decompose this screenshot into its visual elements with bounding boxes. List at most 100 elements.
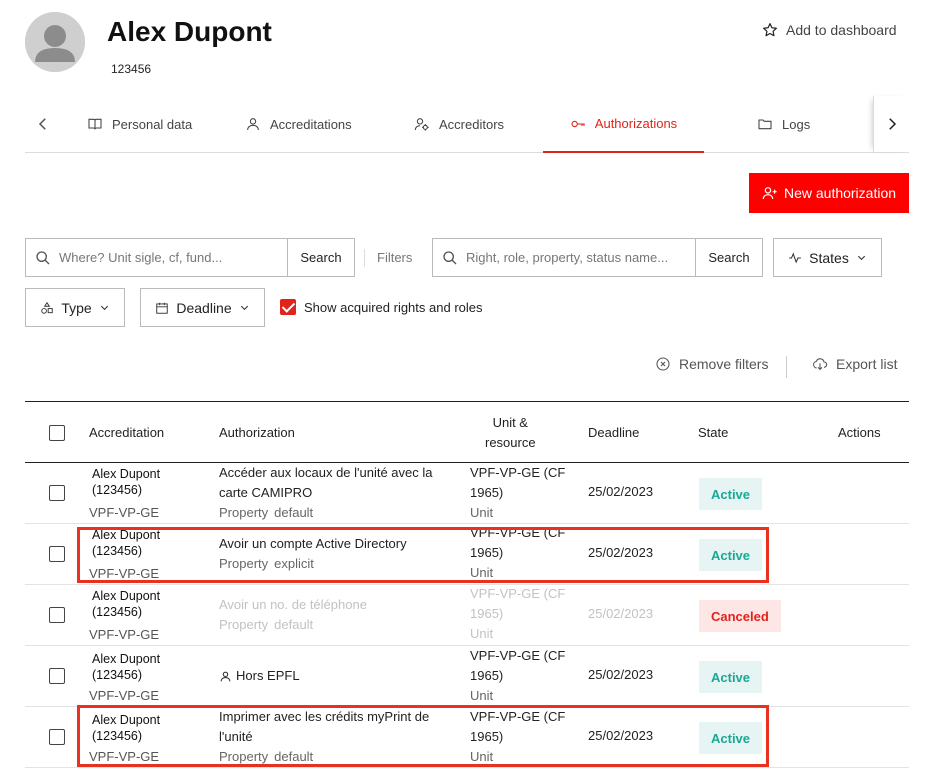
show-acquired-toggle[interactable]: Show acquired rights and roles xyxy=(280,299,483,315)
accreditation-unit: VPF-VP-GE xyxy=(89,688,160,703)
right-search-input[interactable]: Right, role, property, status name... xyxy=(433,239,695,276)
accreditation-person: Alex Dupont (123456) xyxy=(92,588,202,620)
tab-label: Authorizations xyxy=(594,116,678,131)
tabs-scroll-right-button[interactable] xyxy=(873,96,909,152)
authorization-kind: Property xyxy=(219,749,269,764)
accreditation-id: (123456) xyxy=(92,605,143,619)
column-accreditation[interactable]: Accreditation xyxy=(89,402,164,463)
unit-search-group: Where? Unit sigle, cf, fund... Search xyxy=(25,238,355,277)
add-user-icon xyxy=(762,187,777,200)
row-checkbox[interactable] xyxy=(49,485,65,501)
type-dropdown[interactable]: Type xyxy=(25,288,125,327)
type-label: Type xyxy=(61,299,92,316)
column-unit-line2: resource xyxy=(485,434,536,450)
row-checkbox[interactable] xyxy=(49,546,65,562)
tab-label: Accreditors xyxy=(439,116,505,132)
authorization-name-cont: carte CAMIPRO xyxy=(219,485,313,500)
accreditation-name: Alex Dupont xyxy=(92,528,161,542)
right-search-button[interactable]: Search xyxy=(695,239,762,276)
column-actions: Actions xyxy=(838,425,881,440)
filters-label: Filters xyxy=(364,249,412,267)
column-unit-line1: Unit & xyxy=(492,414,528,430)
accreditation-person: Alex Dupont (123456) xyxy=(92,651,202,683)
accreditation-name: Alex Dupont xyxy=(92,467,161,481)
right-search-placeholder: Right, role, property, status name... xyxy=(466,250,669,265)
accreditation-unit: VPF-VP-GE xyxy=(89,566,160,581)
unit-resource-cell: VPF-VP-GE (CF 1965) Unit xyxy=(470,707,575,767)
accreditation-id: (123456) xyxy=(92,483,143,497)
unit-line2: 1965) xyxy=(470,729,504,744)
authorization-mode: explicit xyxy=(274,556,314,571)
accreditation-id: (123456) xyxy=(92,668,143,682)
deadline-label: Deadline xyxy=(176,299,232,316)
tab-accreditations[interactable]: Accreditations xyxy=(241,96,356,152)
tabs-scroll-left-button[interactable] xyxy=(25,96,61,152)
tab-accreditors[interactable]: Accreditors xyxy=(410,96,508,152)
star-icon xyxy=(763,23,777,37)
unit-type: Unit xyxy=(470,749,494,764)
unit-search-input[interactable]: Where? Unit sigle, cf, fund... xyxy=(26,239,287,276)
add-to-dashboard-button[interactable]: Add to dashboard xyxy=(762,22,897,38)
unit-line2: 1965) xyxy=(470,606,504,621)
chevron-down-icon xyxy=(240,305,248,311)
unit-line2: 1965) xyxy=(470,668,504,683)
row-checkbox[interactable] xyxy=(49,668,65,684)
unit-line2: 1965) xyxy=(470,485,504,500)
column-unit-resource[interactable]: Unit & resource xyxy=(485,402,536,463)
avatar xyxy=(25,12,85,72)
authorization-cell: Avoir un no. de téléphone Property defaul… xyxy=(219,595,449,635)
user-gear-icon xyxy=(414,118,429,131)
column-authorization[interactable]: Authorization xyxy=(219,402,295,463)
table-row: Alex Dupont (123456) VPF-VP-GE Avoir un … xyxy=(25,524,909,585)
show-acquired-label: Show acquired rights and roles xyxy=(304,299,483,315)
search-icon xyxy=(443,250,457,264)
tab-label: Personal data xyxy=(112,116,193,132)
folder-icon xyxy=(758,119,772,130)
chevron-down-icon xyxy=(857,255,865,261)
select-all-cell xyxy=(49,402,65,463)
tabs-bar: Personal data Accreditations Accreditors… xyxy=(25,96,909,153)
authorization-name: Avoir un compte Active Directory xyxy=(219,536,407,551)
states-label: States xyxy=(809,249,849,266)
authorization-meta: Property explicit xyxy=(219,554,449,574)
column-deadline[interactable]: Deadline xyxy=(588,402,639,463)
deadline-cell: 25/02/2023 xyxy=(588,606,654,621)
tab-personal-data[interactable]: Personal data xyxy=(83,96,196,152)
row-checkbox[interactable] xyxy=(49,607,65,623)
states-dropdown[interactable]: States xyxy=(773,238,882,277)
authorization-kind: Property xyxy=(219,617,269,632)
accreditation-name: Alex Dupont xyxy=(92,713,161,727)
authorization-cell: Hors EPFL xyxy=(219,666,449,686)
unit-resource-cell: VPF-VP-GE (CF 1965) Unit xyxy=(470,646,575,706)
unit-type: Unit xyxy=(470,565,494,580)
accreditation-person: Alex Dupont (123456) xyxy=(92,712,202,744)
authorization-name: Imprimer avec les crédits myPrint de xyxy=(219,709,430,724)
tab-logs[interactable]: Logs xyxy=(753,96,814,152)
export-list-button[interactable]: Export list xyxy=(812,356,897,372)
deadline-cell: 25/02/2023 xyxy=(588,667,654,682)
authorization-cell: Accéder aux locaux de l'unité avec la ca… xyxy=(219,463,449,523)
unit-resource-cell: VPF-VP-GE (CF 1965) Unit xyxy=(470,584,575,644)
accreditation-unit: VPF-VP-GE xyxy=(89,749,160,764)
remove-filters-button[interactable]: Remove filters xyxy=(655,356,768,372)
cloud-download-icon xyxy=(813,358,828,371)
table-row: Alex Dupont (123456) VPF-VP-GE Avoir un … xyxy=(25,585,909,646)
select-all-checkbox[interactable] xyxy=(49,424,65,441)
accreditation-id: (123456) xyxy=(92,729,143,743)
authorization-mode: default xyxy=(274,749,314,764)
new-authorization-label: New authorization xyxy=(783,185,897,201)
show-acquired-checkbox[interactable] xyxy=(280,299,296,315)
authorization-mode: default xyxy=(274,617,314,632)
deadline-dropdown[interactable]: Deadline xyxy=(140,288,265,327)
accreditation-unit: VPF-VP-GE xyxy=(89,627,160,642)
column-state[interactable]: State xyxy=(698,402,728,463)
tab-authorizations[interactable]: Authorizations xyxy=(543,96,704,153)
person-id: 123456 xyxy=(111,62,152,76)
accreditation-unit: VPF-VP-GE xyxy=(89,505,160,520)
unit-search-button[interactable]: Search xyxy=(287,239,354,276)
key-icon xyxy=(571,120,585,127)
row-checkbox[interactable] xyxy=(49,729,65,745)
shapes-icon xyxy=(41,301,54,314)
new-authorization-button[interactable]: New authorization xyxy=(749,173,909,213)
accreditation-name: Alex Dupont xyxy=(92,589,161,603)
